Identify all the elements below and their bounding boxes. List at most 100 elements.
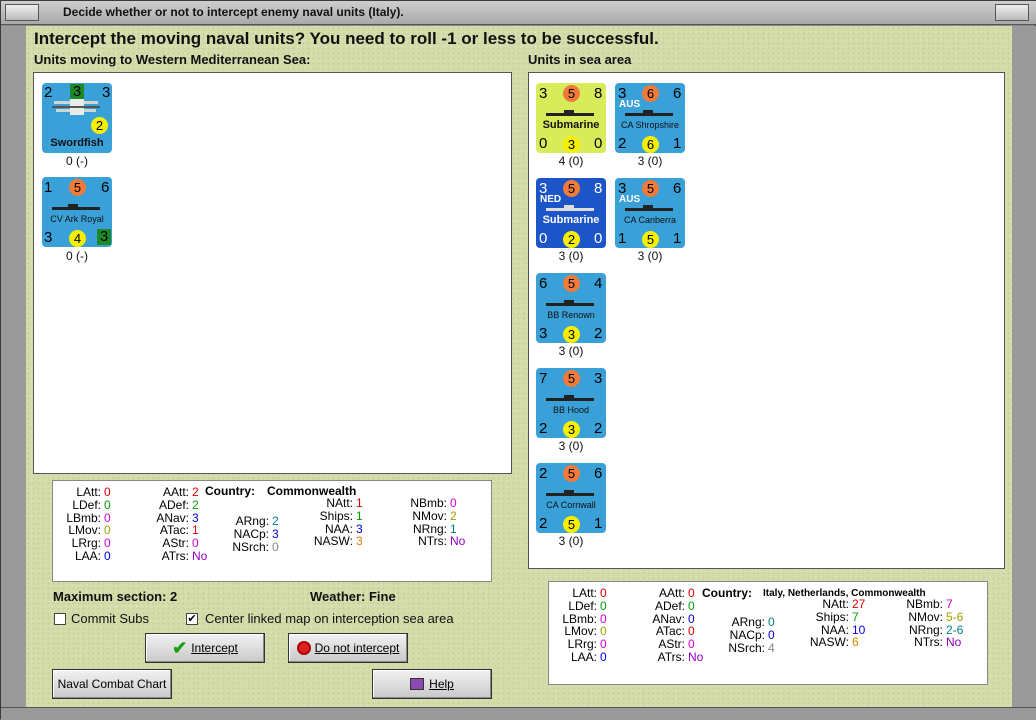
unit-value: 0 — [539, 135, 548, 152]
right-border — [1012, 26, 1036, 707]
do-not-intercept-button[interactable]: Do not intercept — [288, 633, 408, 663]
title-bar: Decide whether or not to intercept enemy… — [1, 1, 1036, 25]
attack-circle: 5 — [563, 180, 580, 197]
attack-circle: 6 — [642, 85, 659, 102]
window-frame: Decide whether or not to intercept enemy… — [0, 0, 1036, 720]
commit-subs-label: Commit Subs — [71, 611, 150, 626]
stat-laa: LAA: 0 — [74, 549, 111, 563]
stat-atrs: ATrs: No — [161, 549, 208, 563]
weather: Weather: Fine — [310, 589, 396, 604]
maximum-section: Maximum section: 2 — [53, 589, 178, 604]
unit-value: 1 — [673, 230, 682, 247]
unit-value: 1 — [618, 230, 627, 247]
unit-value: 3 — [539, 325, 548, 342]
unit-value: 2 — [594, 325, 603, 342]
unit-value: 6 — [673, 85, 682, 102]
unit-value: 8 — [594, 85, 603, 102]
no-entry-icon — [296, 641, 311, 655]
defense-circle: 6 — [642, 136, 659, 153]
ship-silhouette-icon — [625, 110, 673, 116]
unit-status: 3 (0) — [637, 249, 663, 263]
defense-circle: 3 — [563, 326, 580, 343]
biplane-icon — [52, 99, 100, 115]
unit-value: 7 — [539, 370, 548, 387]
unit-value: 3 — [594, 370, 603, 387]
moving-units-label: Units moving to Western Mediterranean Se… — [34, 52, 311, 67]
unit-name: Submarine — [542, 214, 600, 226]
unit-counter-ca-canberra[interactable]: 3 5 6 AUS CA Canberra 1 5 1 — [615, 178, 685, 248]
defense-circle: 5 — [563, 516, 580, 533]
unit-counter-ark-royal[interactable]: 1 5 6 CV Ark Royal 3 4 3 — [42, 177, 112, 247]
stat-ntrs: NTrs: No — [914, 635, 962, 650]
commit-subs-checkbox[interactable] — [54, 613, 66, 625]
unit-status: 0 (-) — [66, 154, 88, 168]
center-map-label: Center linked map on interception sea ar… — [205, 611, 454, 626]
unit-value: 6 — [539, 275, 548, 292]
unit-name: CA Cornwall — [546, 500, 596, 510]
help-button[interactable]: Help — [372, 669, 492, 699]
unit-counter-submarine[interactable]: 3 5 8 NED Submarine 0 2 0 — [536, 178, 606, 248]
ship-silhouette-icon — [546, 205, 594, 211]
sea-units-label: Units in sea area — [528, 52, 632, 67]
unit-name: BB Hood — [552, 405, 590, 415]
attack-circle: 5 — [563, 370, 580, 387]
unit-counter-swordfish[interactable]: 2 3 3 2 Swordfish — [42, 83, 112, 153]
intercept-question: Intercept the moving naval units? You ne… — [34, 29, 659, 48]
unit-status: 3 (0) — [558, 534, 584, 548]
defense-circle: 2 — [563, 231, 580, 248]
unit-value: 0 — [594, 230, 603, 247]
unit-value: 2 — [539, 515, 548, 532]
defense-circle: 3 — [563, 136, 580, 153]
stat-nsrch: NSrch: 0 — [232, 539, 279, 554]
unit-value: 2 — [539, 465, 548, 482]
unit-value: 8 — [594, 180, 603, 197]
unit-name: CA Canberra — [623, 215, 677, 225]
stat-ntrs: NTrs: No — [418, 534, 466, 549]
unit-status: 3 (0) — [637, 154, 663, 168]
unit-value: 0 — [539, 230, 548, 247]
intercept-button[interactable]: ✔ Intercept — [145, 633, 265, 663]
unit-value: 1 — [594, 515, 603, 532]
close-button[interactable] — [995, 4, 1029, 21]
window-title: Decide whether or not to intercept enemy… — [63, 5, 404, 19]
stat-nasw: NASW: 6 — [809, 635, 859, 650]
unit-value: 6 — [594, 465, 603, 482]
attack-circle: 5 — [563, 85, 580, 102]
unit-name: CA Shropshire — [620, 120, 680, 130]
unit-counter-bb-hood[interactable]: 7 5 3 BB Hood 2 3 2 — [536, 368, 606, 438]
unit-status: 3 (0) — [558, 439, 584, 453]
unit-counter-ca-cornwall[interactable]: 2 5 6 CA Cornwall 2 5 1 — [536, 463, 606, 533]
bottom-border — [1, 707, 1036, 720]
unit-counter-ca-shropshire[interactable]: 3 6 6 AUS CA Shropshire 2 6 1 — [615, 83, 685, 153]
ship-silhouette-icon — [625, 205, 673, 211]
moving-units-stats: Country: Commonwealth LAtt: 0 LDef: 0 LBmb: 0… — [52, 480, 492, 582]
unit-name: BB Renown — [547, 310, 595, 320]
unit-value: 4 — [594, 275, 603, 292]
unit-status: 3 (0) — [558, 249, 584, 263]
system-menu-button[interactable] — [5, 4, 39, 21]
unit-counter-submarine[interactable]: 3 5 8 Submarine 0 3 0 — [536, 83, 606, 153]
naval-combat-chart-button[interactable]: Naval Combat Chart — [52, 669, 172, 699]
defense-circle: 5 — [642, 231, 659, 248]
attack-circle: 5 — [563, 465, 580, 482]
ship-silhouette-icon — [546, 490, 594, 496]
ship-silhouette-icon — [546, 395, 594, 401]
unit-value: 0 — [594, 135, 603, 152]
unit-status: 3 (0) — [558, 344, 584, 358]
left-border — [1, 26, 26, 707]
unit-status: 0 (-) — [66, 249, 88, 263]
unit-value: 6 — [673, 180, 682, 197]
stat-nsrch: NSrch: 4 — [728, 640, 775, 655]
unit-value: 2 — [539, 420, 548, 437]
unit-value: 1 — [673, 135, 682, 152]
unit-value: 3 — [539, 85, 548, 102]
unit-value: 2 — [618, 135, 627, 152]
checkmark-icon: ✔ — [172, 637, 188, 658]
center-map-checkbox[interactable]: ✔ — [186, 613, 198, 625]
unit-counter-bb-renown[interactable]: 6 5 4 BB Renown 3 3 2 — [536, 273, 606, 343]
unit-name: Submarine — [542, 119, 600, 131]
ship-silhouette-icon — [546, 110, 594, 116]
stat-atrs: ATrs: No — [657, 650, 704, 664]
ship-silhouette-icon — [546, 300, 594, 306]
unit-status: 4 (0) — [558, 154, 584, 168]
